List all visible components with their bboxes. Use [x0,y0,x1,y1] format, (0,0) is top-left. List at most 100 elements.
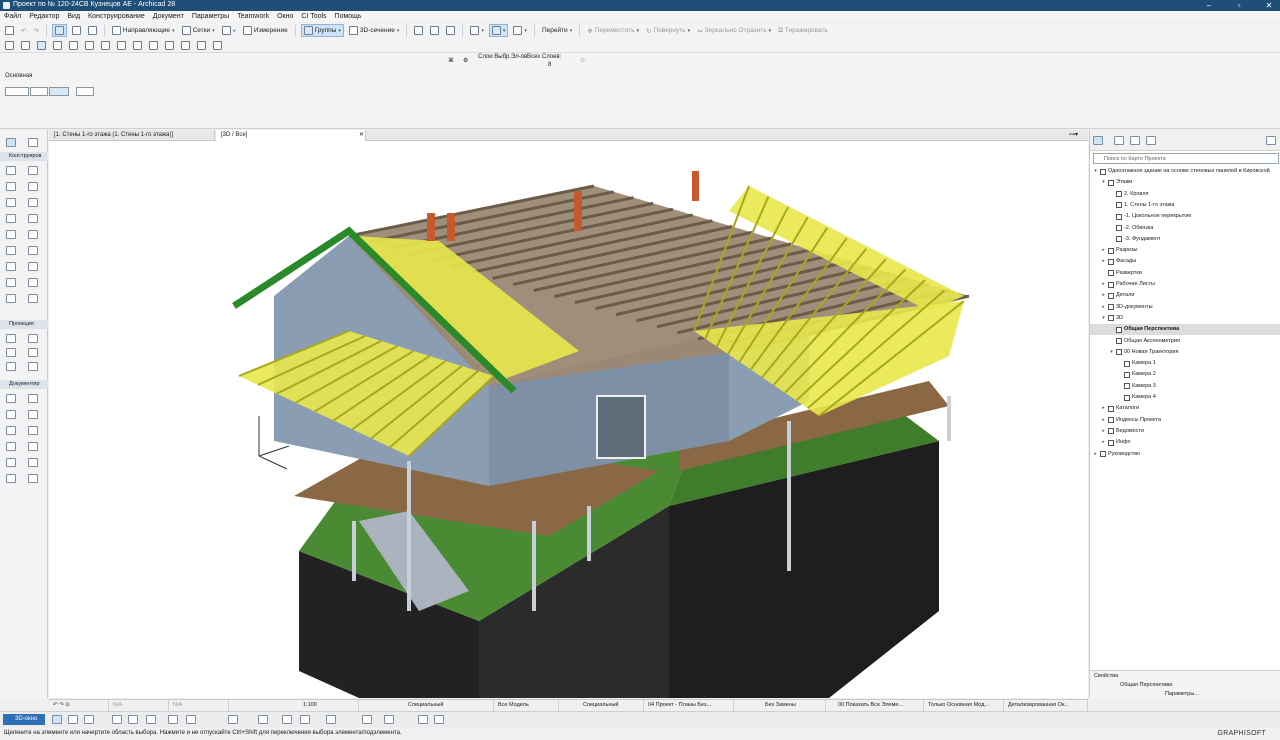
arrow-select-button[interactable] [51,24,67,37]
publisher-icon[interactable] [1146,136,1156,145]
layers-combination-field[interactable]: Специальный [404,700,494,711]
scale-field[interactable]: 1:100 [299,700,359,711]
goto-button[interactable]: Перейти ▾ [540,24,574,37]
section-tool-icon[interactable] [6,334,16,343]
menu-options[interactable]: Параметры [192,13,229,20]
pen-set-field[interactable]: Специальный [579,700,644,711]
move-button[interactable]: ✥ Переместить ▾ [585,24,641,37]
navigator-item[interactable]: ▸ Руководство [1093,449,1140,460]
rotate-button[interactable]: ↻ Повернуть ▾ [644,24,692,37]
close-icon[interactable]: ✕ [1262,0,1276,11]
opening-tool-icon[interactable] [28,214,38,223]
figure-tool-icon[interactable] [6,474,16,483]
zoom-b-field[interactable]: N/A [169,700,229,711]
railing-tool-icon[interactable] [28,230,38,239]
label-tool-icon[interactable] [28,410,38,419]
expand-right-icon[interactable]: ▸ [1101,403,1106,414]
mesh-tool-button[interactable] [99,39,112,52]
change-tool-icon[interactable] [28,362,38,371]
beam-tool-button[interactable] [67,39,80,52]
wall-tool-icon[interactable] [6,166,16,175]
expand-right-icon[interactable]: ▸ [1101,437,1106,448]
navigator-item[interactable]: ▾ Одноэтажное здание на основе стеновых п… [1093,166,1270,177]
column-tool-icon[interactable] [6,182,16,191]
slab-tool-icon[interactable] [6,262,16,271]
expand-down-icon[interactable]: ▾ [1101,313,1106,324]
mirror-button[interactable]: ⇋ Зеркально Отразить ▾ [695,24,773,37]
expand-right-icon[interactable]: ▸ [1101,256,1106,267]
toolbox-group-documenting[interactable]: Документир [0,380,48,389]
navigator-item[interactable]: Камера 2 [1117,369,1156,380]
view-cube-icon[interactable] [168,715,178,724]
guides-button[interactable]: Направляющие ▾ [110,24,177,37]
expand-right-icon[interactable]: ▸ [1101,245,1106,256]
pan-icon[interactable] [68,715,78,724]
3d-mode-tab[interactable]: 3D-окно [3,714,45,725]
toolbox-group-design[interactable]: Конструиров [0,152,48,161]
grids-button[interactable]: Сетки ▾ [180,24,217,37]
menu-view[interactable]: Вид [67,13,80,20]
minimize-icon[interactable]: – [1202,0,1216,11]
expand-down-icon[interactable]: ▾ [1101,177,1106,188]
menu-file[interactable]: Файл [4,13,21,20]
navigator-item[interactable]: ▸ Каталоги [1101,403,1139,414]
split-button[interactable] [428,24,441,37]
shadow-icon[interactable] [282,715,292,724]
expand-right-icon[interactable]: ▸ [1101,279,1106,290]
expand-right-icon[interactable]: ▸ [1101,302,1106,313]
dimension-tool-button[interactable] [211,39,224,52]
expand-right-icon[interactable]: ▸ [1093,449,1098,460]
quick-options-button[interactable] [30,87,48,96]
open-button[interactable] [3,24,16,37]
layer-tool-button[interactable] [3,39,16,52]
section-box-icon[interactable] [326,715,336,724]
redo-button[interactable]: ↷ [31,24,40,37]
explore-icon[interactable] [146,715,156,724]
elevation-tool-icon[interactable] [28,334,38,343]
window-tool-icon[interactable] [28,198,38,207]
navigator-item[interactable]: ▸ Фасады [1101,256,1136,267]
expand-right-icon[interactable]: ▸ [1101,415,1106,426]
quick-options-button[interactable] [5,87,29,96]
lock-icon[interactable]: ⊘ [580,57,585,64]
stair-tool-icon[interactable] [6,230,16,239]
spline-tool-icon[interactable] [28,474,38,483]
adjust-button[interactable] [444,24,457,37]
navigator-search-input[interactable]: Поиск по Карте Проекта [1093,153,1279,164]
camera-icon[interactable] [362,715,372,724]
navigator-item[interactable]: 2. Кровля [1109,189,1148,200]
eyedropper-button[interactable] [86,24,99,37]
navigator-item[interactable]: Камера 4 [1117,392,1156,403]
navigator-item[interactable]: ▾ 3D [1101,313,1123,324]
project-map-icon[interactable] [1093,136,1103,145]
groups-button[interactable]: Группы ▾ [300,24,344,37]
wall-tool-button[interactable] [19,39,32,52]
object-tool-icon[interactable] [28,278,38,287]
roof-tool-icon[interactable] [6,246,16,255]
light-icon[interactable] [258,715,268,724]
close-tab-icon[interactable]: ✕ [359,132,364,138]
label-tool-button[interactable] [195,39,208,52]
polyline-tool-icon[interactable] [28,442,38,451]
morph-tool-button[interactable] [163,39,176,52]
curtain-wall-tool-icon[interactable] [28,166,38,175]
slab-tool-button[interactable] [35,39,48,52]
model-view-field[interactable]: Все Модель [494,700,559,711]
marquee-tool-icon[interactable] [28,138,38,147]
shell-tool-icon[interactable] [28,246,38,255]
navigator-item[interactable]: 1. Стены 1-го этажа [1109,200,1174,211]
override-field[interactable]: Без Замены [761,700,826,711]
expand-right-icon[interactable]: ▸ [1101,290,1106,301]
detail-tool-icon[interactable] [6,362,16,371]
expand-right-icon[interactable]: ▸ [1101,426,1106,437]
layout-book-icon[interactable] [1130,136,1140,145]
3d-viewport[interactable] [49,141,1088,698]
fly-icon[interactable] [128,715,138,724]
quick-options-button[interactable] [49,87,69,96]
structure-field[interactable]: Только Основная Мод... [924,700,1004,711]
menu-design[interactable]: Конструирование [88,13,145,20]
fill-tool-icon[interactable] [6,426,16,435]
hotspot-tool-icon[interactable] [28,458,38,467]
shell-tool-button[interactable] [147,39,160,52]
layers-settings-icon[interactable]: ⚙ [463,57,468,64]
